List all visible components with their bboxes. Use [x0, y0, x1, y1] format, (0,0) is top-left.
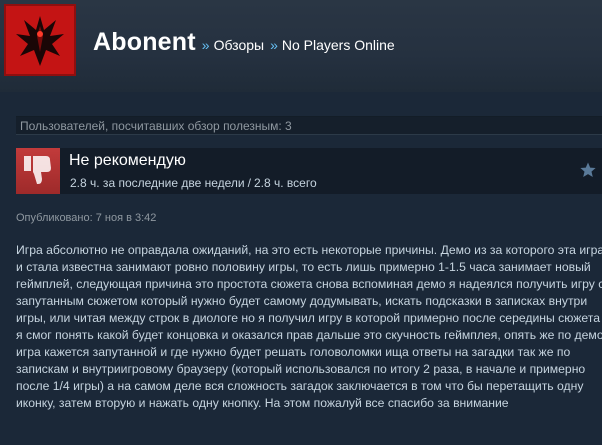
review-text: Игра абсолютно не оправдала ожиданий, на…	[16, 243, 602, 410]
thumbs-down-icon	[16, 148, 60, 194]
breadcrumb-game-link[interactable]: No Players Online	[282, 37, 395, 53]
avatar-emblem-icon	[6, 6, 74, 74]
profile-username-link[interactable]: Abonent	[93, 28, 196, 57]
hours-recent: 2.8 ч. за последние две недели	[70, 176, 245, 190]
avatar[interactable]	[4, 4, 76, 76]
playtime-info: 2.8 ч. за последние две недели/2.8 ч. вс…	[70, 176, 317, 190]
breadcrumb-separator: »	[201, 37, 210, 53]
helpful-count-bar: Пользователей, посчитавших обзор полезны…	[16, 116, 602, 135]
breadcrumb-reviews-link[interactable]: Обзоры	[214, 37, 265, 53]
hours-separator: /	[247, 176, 251, 190]
breadcrumb: Abonent » Обзоры » No Players Online	[93, 28, 395, 57]
recommendation-box: Не рекомендую 2.8 ч. за последние две не…	[16, 148, 602, 194]
hours-total: 2.8 ч. всего	[253, 176, 317, 190]
breadcrumb-separator: »	[270, 37, 278, 53]
posted-date: Опубликовано: 7 ноя в 3:42	[16, 212, 157, 224]
review-content: Пользователей, посчитавших обзор полезны…	[8, 92, 602, 445]
star-icon[interactable]	[580, 162, 596, 178]
recommendation-title: Не рекомендую	[69, 152, 186, 169]
profile-header: Abonent » Обзоры » No Players Online	[0, 0, 602, 92]
